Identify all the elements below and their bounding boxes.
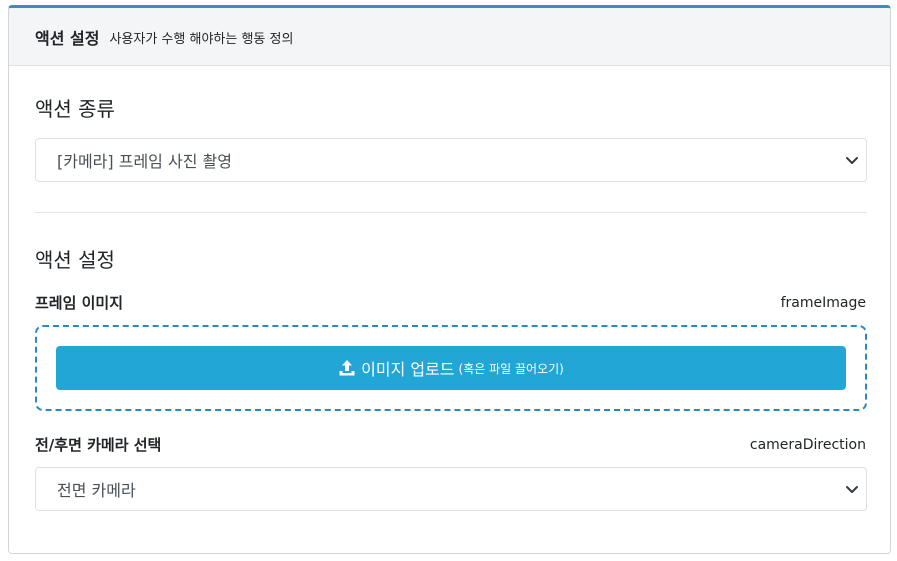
- chevron-down-icon: [846, 157, 858, 164]
- upload-button-label: 이미지 업로드: [361, 360, 455, 379]
- card-header: 액션 설정 사용자가 수행 해야하는 행동 정의: [9, 8, 890, 66]
- section-divider: [35, 212, 867, 213]
- camera-direction-selected-value: 전면 카메라: [57, 481, 136, 500]
- camera-direction-label: 전/후면 카메라 선택: [35, 436, 162, 454]
- action-type-heading: 액션 종류: [35, 97, 115, 121]
- card-title: 액션 설정: [35, 28, 100, 48]
- card-subtitle: 사용자가 수행 해야하는 행동 정의: [109, 32, 294, 47]
- chevron-down-icon: [846, 486, 858, 493]
- camera-direction-key: cameraDirection: [749, 437, 866, 453]
- action-type-select[interactable]: [카메라] 프레임 사진 촬영: [35, 138, 867, 182]
- frame-image-key: frameImage: [780, 295, 866, 311]
- upload-button-hint: (혹은 파일 끌어오기): [458, 361, 564, 376]
- action-type-selected-value: [카메라] 프레임 사진 촬영: [57, 152, 232, 171]
- frame-image-dropzone[interactable]: 이미지 업로드 (혹은 파일 끌어오기): [35, 325, 867, 411]
- upload-icon: [339, 360, 355, 376]
- action-settings-card: 액션 설정 사용자가 수행 해야하는 행동 정의 액션 종류 [카메라] 프레임…: [8, 5, 891, 554]
- image-upload-button[interactable]: 이미지 업로드 (혹은 파일 끌어오기): [56, 346, 846, 390]
- action-settings-heading: 액션 설정: [35, 248, 115, 272]
- camera-direction-select[interactable]: 전면 카메라: [35, 467, 867, 511]
- frame-image-label: 프레임 이미지: [35, 294, 124, 312]
